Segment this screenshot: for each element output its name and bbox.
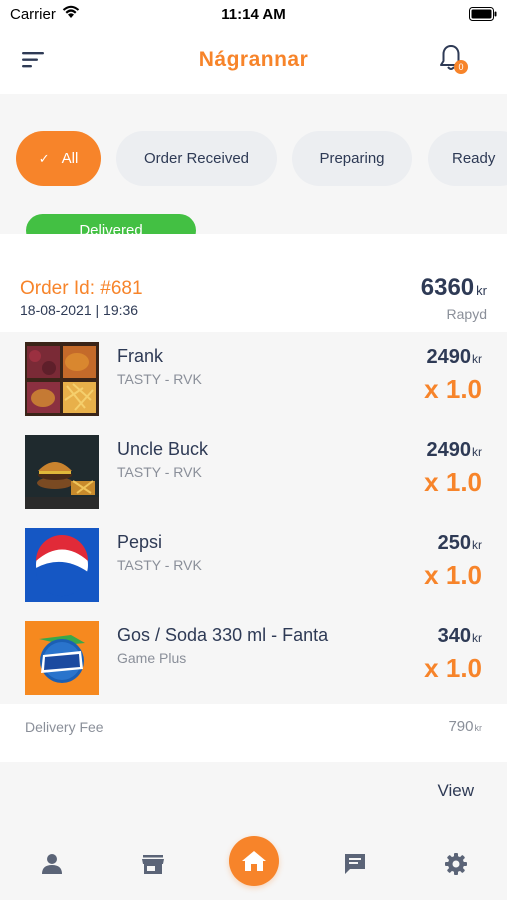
item-image-burger — [25, 435, 99, 509]
status-time: 11:14 AM — [221, 6, 286, 23]
filter-chip-preparing[interactable]: Preparing — [292, 131, 412, 186]
item-store: TASTY - RVK — [117, 557, 202, 573]
item-name: Pepsi — [117, 532, 163, 552]
item-name: Gos / Soda 330 ml - Fanta — [117, 625, 329, 645]
item-price: 2490kr — [427, 439, 483, 462]
filter-chip-order-received[interactable]: Order Received — [116, 131, 277, 186]
currency-label: kr — [472, 538, 482, 552]
user-icon[interactable] — [41, 852, 63, 876]
item-price: 2490kr — [427, 346, 483, 369]
delivery-fee: 790kr — [448, 718, 482, 735]
item-quantity: x 1.0 — [424, 374, 482, 404]
currency-label: kr — [472, 445, 482, 459]
delivery-fee-label: Delivery Fee — [25, 719, 104, 735]
filter-chip-label: Preparing — [319, 150, 385, 167]
chat-icon[interactable] — [343, 852, 367, 876]
item-store: TASTY - RVK — [117, 464, 202, 480]
currency-label: kr — [476, 283, 487, 298]
currency-label: kr — [472, 631, 482, 645]
item-quantity: x 1.0 — [424, 653, 482, 683]
home-button[interactable] — [229, 836, 279, 886]
home-icon — [242, 851, 266, 871]
filter-chip-all[interactable]: ✓ All — [16, 131, 101, 186]
status-filters: ✓ All Order Received Preparing Ready Del… — [0, 104, 507, 247]
item-price-value: 340 — [437, 625, 471, 647]
payment-method: Rapyd — [446, 306, 487, 322]
item-price-value: 2490 — [426, 439, 472, 461]
store-icon[interactable] — [141, 852, 165, 876]
gear-icon[interactable] — [444, 852, 468, 876]
item-name: Uncle Buck — [117, 439, 209, 459]
item-price-value: 250 — [437, 532, 471, 554]
item-image-pepsi-logo — [25, 528, 99, 602]
order-total-value: 6360 — [420, 274, 475, 301]
order-datetime: 18-08-2021 | 19:36 — [20, 302, 139, 318]
bottom-tab-bar — [0, 830, 507, 900]
order-card[interactable]: Order Id: #681 18-08-2021 | 19:36 6360 kr… — [0, 234, 507, 762]
order-item[interactable]: Frank TASTY - RVK 2490kr x 1.0 — [0, 332, 507, 425]
view-order-button[interactable]: View — [437, 781, 474, 801]
order-total: 6360 kr — [421, 274, 487, 302]
battery-icon — [469, 7, 497, 21]
item-quantity: x 1.0 — [424, 560, 482, 590]
app-title: Nágrannar — [198, 48, 309, 71]
item-quantity: x 1.0 — [424, 467, 482, 497]
notification-badge: 0 — [454, 60, 468, 74]
item-price-value: 2490 — [426, 346, 472, 368]
check-icon: ✓ — [38, 150, 50, 166]
notifications-button[interactable]: 0 — [439, 44, 469, 78]
order-item[interactable]: Pepsi TASTY - RVK 250kr x 1.0 — [0, 518, 507, 611]
filter-chip-label: Order Received — [143, 150, 250, 167]
filter-chip-ready[interactable]: Ready — [428, 131, 507, 186]
delivery-fee-value: 790 — [448, 718, 474, 735]
item-name: Frank — [117, 346, 164, 366]
app-header: Nágrannar 0 — [0, 30, 507, 94]
order-item[interactable]: Uncle Buck TASTY - RVK 2490kr x 1.0 — [0, 425, 507, 518]
item-price: 250kr — [438, 532, 482, 555]
currency-label: kr — [472, 352, 482, 366]
status-bar: Carrier 11:14 AM — [0, 0, 507, 30]
filter-chip-label: All — [61, 150, 79, 167]
item-store: Game Plus — [117, 650, 187, 666]
filter-chip-label: Ready — [452, 150, 496, 167]
item-price: 340kr — [438, 625, 482, 648]
order-item[interactable]: Gos / Soda 330 ml - Fanta Game Plus 340k… — [0, 611, 507, 704]
currency-label: kr — [474, 723, 483, 733]
item-image-fries-wings — [25, 342, 99, 416]
order-id: Order Id: #681 — [20, 278, 143, 299]
item-image-fanta-logo — [25, 621, 99, 695]
item-store: TASTY - RVK — [117, 371, 202, 387]
